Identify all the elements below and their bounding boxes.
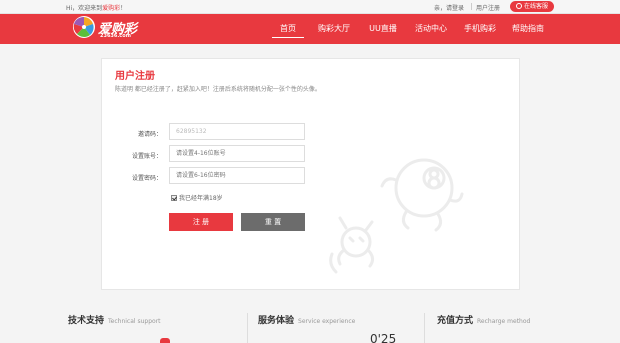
password-input[interactable] bbox=[176, 168, 304, 183]
logo-pinwheel-icon bbox=[73, 16, 95, 38]
footer-tech-support: 技术支持 Technical support bbox=[68, 313, 161, 343]
nav-mobile-lottery[interactable]: 手机购彩 bbox=[462, 14, 498, 44]
footer-recharge-subtitle: Recharge method bbox=[477, 318, 531, 325]
account-label: 设置账号： bbox=[131, 153, 162, 160]
invite-code-label: 邀请码： bbox=[137, 131, 162, 138]
footer-service-subtitle: Service experience bbox=[298, 318, 356, 325]
top-utility-bar: Hi，欢迎来到爱购彩！ 亲，请登录 用户注册 在线客服 bbox=[0, 0, 620, 14]
footer-partial-number: 0'25 bbox=[370, 332, 397, 343]
mascot-illustration bbox=[329, 158, 464, 274]
welcome-text: Hi，欢迎来到爱购彩！ bbox=[66, 3, 126, 12]
account-input[interactable] bbox=[176, 146, 304, 161]
footer-tech-title: 技术支持 bbox=[68, 316, 105, 326]
login-link[interactable]: 亲，请登录 bbox=[434, 3, 464, 12]
nav-activity-center[interactable]: 活动中心 bbox=[413, 14, 449, 44]
welcome-brand-link[interactable]: 爱购彩 bbox=[102, 5, 120, 12]
footer-divider bbox=[247, 313, 248, 343]
nav-home[interactable]: 首页 bbox=[272, 14, 304, 44]
password-label: 设置密码： bbox=[131, 175, 162, 182]
register-button[interactable]: 注 册 bbox=[169, 213, 233, 231]
register-link[interactable]: 用户注册 bbox=[476, 3, 500, 12]
invite-code-field[interactable] bbox=[169, 123, 305, 140]
nav-lottery-hall[interactable]: 购彩大厅 bbox=[316, 14, 352, 44]
headset-icon bbox=[515, 3, 522, 9]
footer-recharge-method: 充值方式 Recharge method bbox=[437, 313, 530, 343]
logo-url: 23636.com bbox=[100, 33, 131, 39]
password-field[interactable] bbox=[169, 167, 305, 184]
page-title: 用户注册 bbox=[115, 71, 155, 82]
site-logo[interactable]: 爱购彩 23636.com bbox=[72, 15, 158, 43]
checkbox-checked-icon[interactable] bbox=[171, 195, 177, 201]
nav-uu-live[interactable]: UU直播 bbox=[366, 14, 400, 44]
welcome-suffix: ！ bbox=[120, 5, 127, 12]
footer-tech-subtitle: Technical support bbox=[108, 318, 161, 325]
footer-divider bbox=[424, 313, 425, 343]
welcome-prefix: Hi，欢迎来到 bbox=[66, 5, 103, 12]
account-field[interactable] bbox=[169, 145, 305, 162]
footer-partial-icon bbox=[160, 338, 170, 343]
age-agreement[interactable]: 我已经年满18岁 bbox=[171, 193, 223, 202]
invite-code-input[interactable] bbox=[176, 124, 304, 139]
footer-service-experience: 服务体验 Service experience bbox=[258, 313, 355, 343]
footer-recharge-title: 充值方式 bbox=[437, 316, 474, 326]
age-agreement-label: 我已经年满18岁 bbox=[179, 195, 223, 202]
online-service-label: 在线客服 bbox=[523, 3, 548, 10]
divider bbox=[471, 3, 472, 10]
reset-button[interactable]: 重 置 bbox=[241, 213, 305, 231]
footer-service-title: 服务体验 bbox=[258, 316, 295, 326]
online-service-button[interactable]: 在线客服 bbox=[510, 1, 554, 12]
nav-help-guide[interactable]: 帮助指南 bbox=[510, 14, 546, 44]
page-subtitle: 陈道明 都已经注册了，赶紧加入吧！注册后系统将随机分配一张个性的头像。 bbox=[115, 86, 321, 93]
